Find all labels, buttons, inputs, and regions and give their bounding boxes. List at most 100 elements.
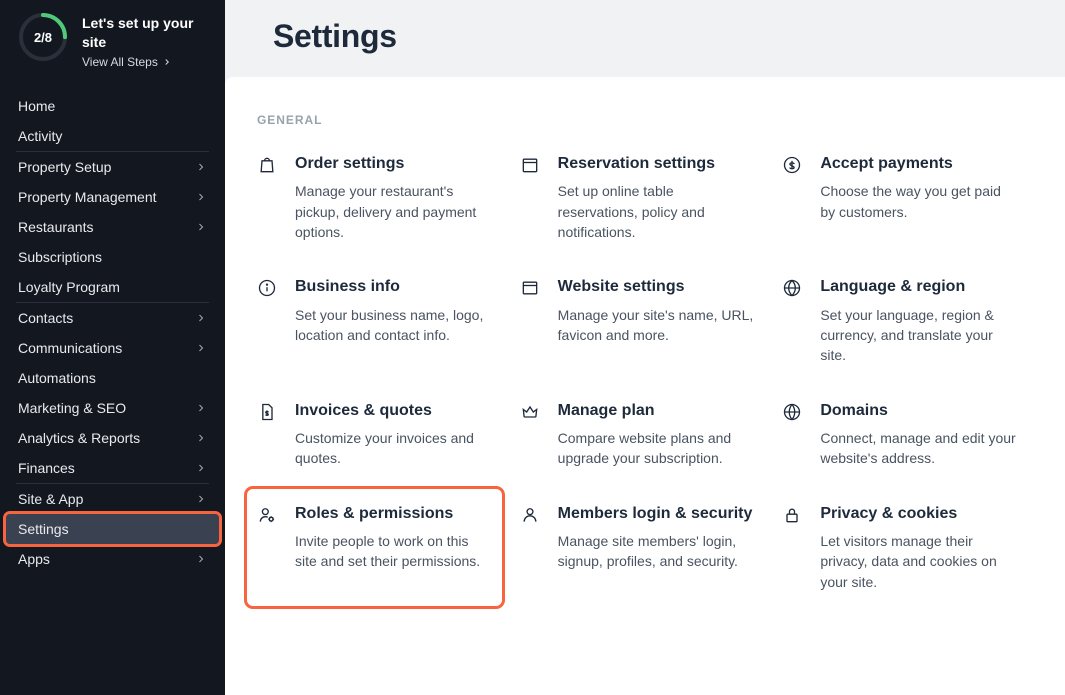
settings-card-members-login-security[interactable]: Members login & security Manage site memb…	[520, 503, 755, 592]
card-title: Website settings	[558, 276, 755, 298]
chevron-right-icon	[195, 191, 207, 203]
settings-card-manage-plan[interactable]: Manage planCompare website plans and upg…	[520, 400, 755, 469]
card-desc: Customize your invoices and quotes.	[295, 428, 492, 469]
chevron-right-icon	[195, 312, 207, 324]
settings-card-roles-permissions[interactable]: Roles & permissions Invite people to work…	[247, 489, 502, 606]
nav-item-settings[interactable]: Settings	[6, 514, 219, 544]
card-title: Language & region	[820, 276, 1017, 298]
card-title: Business info	[295, 276, 492, 298]
setup-link-text: View All Steps	[82, 55, 158, 69]
nav-item-contacts[interactable]: Contacts	[0, 303, 225, 333]
info-icon	[257, 278, 277, 298]
person-icon	[520, 505, 540, 525]
nav-item-property-setup[interactable]: Property Setup	[0, 152, 225, 182]
nav-item-label: Automations	[18, 370, 96, 386]
card-title: Order settings	[295, 153, 492, 175]
settings-grid: Order settings Manage your restaurant's p…	[257, 153, 1017, 592]
nav-item-automations[interactable]: Automations	[0, 363, 225, 393]
nav-item-activity[interactable]: Activity	[0, 121, 225, 151]
card-title: Manage plan	[558, 400, 755, 422]
nav-item-label: Property Setup	[18, 159, 111, 175]
person-gear-icon	[257, 505, 277, 525]
page-title: Settings	[273, 18, 1017, 55]
nav-item-label: Contacts	[18, 310, 73, 326]
card-title: Invoices & quotes	[295, 400, 492, 422]
chevron-right-icon	[195, 462, 207, 474]
nav-item-label: Site & App	[18, 491, 83, 507]
progress-label: 2/8	[18, 12, 68, 62]
settings-card-privacy-cookies[interactable]: Privacy & cookies Let visitors manage the…	[782, 503, 1017, 592]
nav-item-label: Marketing & SEO	[18, 400, 126, 416]
nav-item-label: Loyalty Program	[18, 279, 120, 295]
nav-item-label: Finances	[18, 460, 75, 476]
nav-item-site-app[interactable]: Site & App	[0, 484, 225, 514]
nav-item-label: Settings	[18, 521, 69, 537]
nav-item-home[interactable]: Home	[0, 91, 225, 121]
chevron-right-icon	[195, 161, 207, 173]
settings-card-language-region[interactable]: Language & region Set your language, regi…	[782, 276, 1017, 365]
main-content: Settings General Order settings Manage yo…	[225, 0, 1065, 695]
nav-item-label: Activity	[18, 128, 62, 144]
card-desc: Manage site members' login, signup, prof…	[558, 531, 755, 572]
card-desc: Set your business name, logo, location a…	[295, 305, 492, 346]
nav-item-restaurants[interactable]: Restaurants	[0, 212, 225, 242]
card-desc: Invite people to work on this site and s…	[295, 531, 492, 572]
card-title: Domains	[820, 400, 1017, 422]
nav-item-marketing-seo[interactable]: Marketing & SEO	[0, 393, 225, 423]
nav-item-property-management[interactable]: Property Management	[0, 182, 225, 212]
card-desc: Let visitors manage their privacy, data …	[820, 531, 1017, 592]
card-desc: Set your language, region & currency, an…	[820, 305, 1017, 366]
setup-progress-block[interactable]: 2/8 Let's set up your site View All Step…	[0, 0, 225, 83]
chevron-right-icon	[195, 402, 207, 414]
bag-icon	[257, 155, 277, 175]
nav-item-analytics-reports[interactable]: Analytics & Reports	[0, 423, 225, 453]
nav-item-subscriptions[interactable]: Subscriptions	[0, 242, 225, 272]
settings-card-website-settings[interactable]: Website settings Manage your site's name,…	[520, 276, 755, 365]
dollar-icon	[782, 155, 802, 175]
nav-item-apps[interactable]: Apps	[0, 544, 225, 574]
sidebar: 2/8 Let's set up your site View All Step…	[0, 0, 225, 695]
nav-item-label: Subscriptions	[18, 249, 102, 265]
nav-item-finances[interactable]: Finances	[0, 453, 225, 483]
page-header: Settings	[225, 0, 1065, 77]
chevron-right-icon	[195, 493, 207, 505]
card-title: Accept payments	[820, 153, 1017, 175]
world-icon	[782, 402, 802, 422]
chevron-right-icon	[162, 57, 172, 67]
crown-icon	[520, 402, 540, 422]
settings-card-reservation-settings[interactable]: Reservation settings Set up online table …	[520, 153, 755, 242]
calendar-icon	[520, 155, 540, 175]
settings-card-business-info[interactable]: Business info Set your business name, log…	[257, 276, 492, 365]
card-title: Reservation settings	[558, 153, 755, 175]
nav-item-label: Restaurants	[18, 219, 93, 235]
chevron-right-icon	[195, 553, 207, 565]
nav-item-loyalty-program[interactable]: Loyalty Program	[0, 272, 225, 302]
setup-title: Let's set up your site	[82, 14, 211, 52]
card-title: Members login & security	[558, 503, 755, 525]
nav-item-label: Analytics & Reports	[18, 430, 140, 446]
nav-item-label: Communications	[18, 340, 122, 356]
settings-card-invoices-quotes[interactable]: Invoices & quotes Customize your invoices…	[257, 400, 492, 469]
card-desc: Manage your restaurant's pickup, deliver…	[295, 181, 492, 242]
progress-ring: 2/8	[18, 12, 68, 62]
card-title: Privacy & cookies	[820, 503, 1017, 525]
chevron-right-icon	[195, 342, 207, 354]
settings-card-domains[interactable]: Domains Connect, manage and edit your web…	[782, 400, 1017, 469]
card-desc: Choose the way you get paid by customers…	[820, 181, 1017, 222]
settings-card-accept-payments[interactable]: Accept payments Choose the way you get pa…	[782, 153, 1017, 242]
lock-icon	[782, 505, 802, 525]
nav-item-communications[interactable]: Communications	[0, 333, 225, 363]
nav-item-label: Property Management	[18, 189, 157, 205]
card-title: Roles & permissions	[295, 503, 492, 525]
nav: Home Activity Property Setup Property Manag…	[0, 83, 225, 578]
settings-panel: General Order settings Manage your restau…	[225, 77, 1065, 695]
globe-icon	[782, 278, 802, 298]
settings-card-order-settings[interactable]: Order settings Manage your restaurant's p…	[257, 153, 492, 242]
setup-view-all-link[interactable]: View All Steps	[82, 55, 211, 69]
card-desc: Connect, manage and edit your website's …	[820, 428, 1017, 469]
card-desc: Set up online table reservations, policy…	[558, 181, 755, 242]
section-label: General	[257, 113, 1017, 127]
chevron-right-icon	[195, 221, 207, 233]
card-desc: Manage your site's name, URL, favicon an…	[558, 305, 755, 346]
browser-icon	[520, 278, 540, 298]
